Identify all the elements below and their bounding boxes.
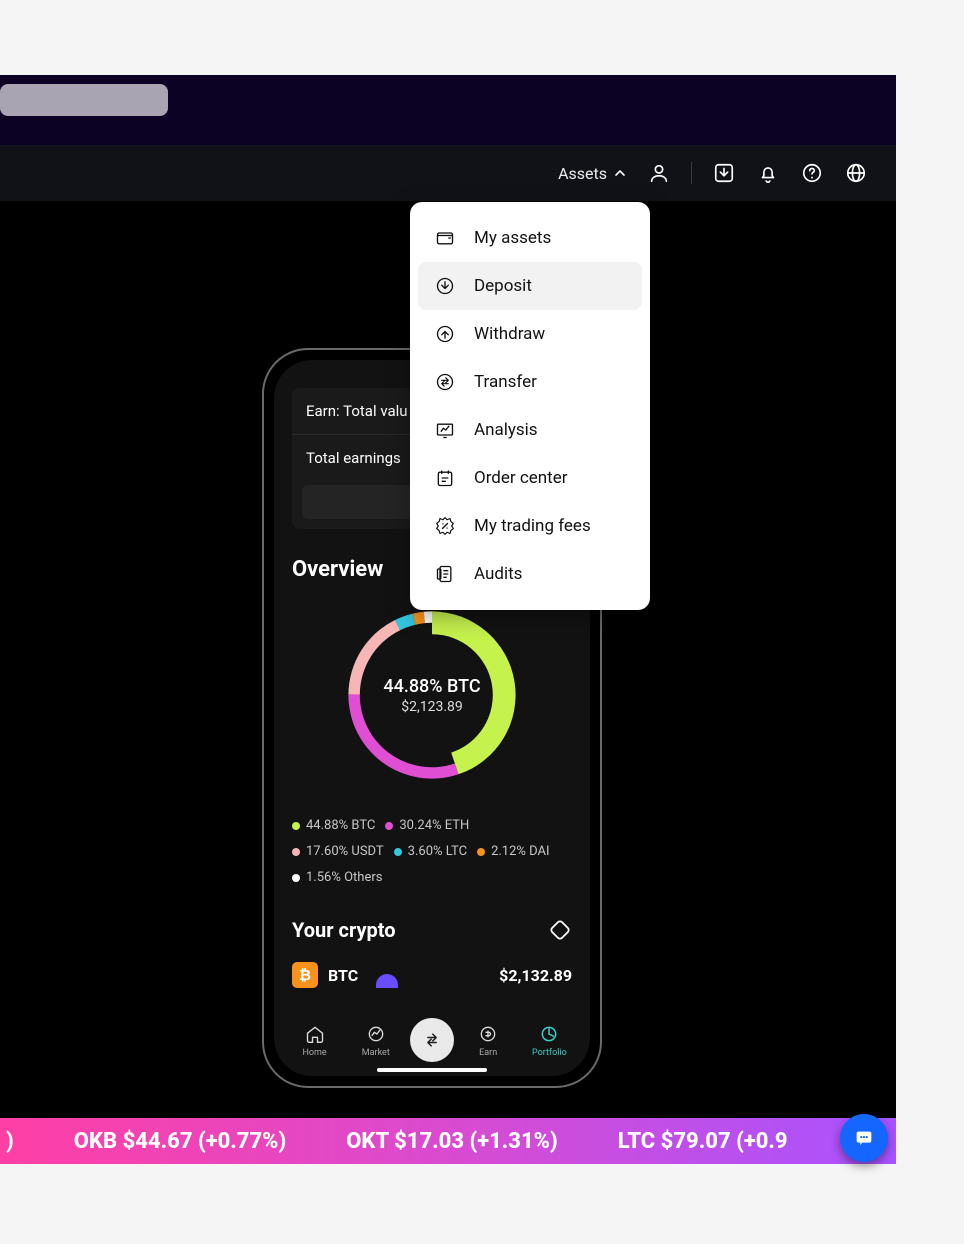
sparkline-icon bbox=[376, 974, 398, 988]
legend-label: 1.56% Others bbox=[306, 866, 382, 891]
dropdown-item-audits[interactable]: Audits bbox=[410, 550, 650, 598]
nav-trade-button[interactable] bbox=[410, 1018, 454, 1062]
scan-icon[interactable] bbox=[548, 918, 572, 942]
chat-button[interactable] bbox=[840, 1114, 888, 1162]
your-crypto-title: Your crypto bbox=[292, 918, 396, 942]
earn-icon bbox=[477, 1023, 499, 1045]
fees-icon bbox=[434, 515, 456, 537]
user-icon[interactable] bbox=[647, 161, 671, 185]
legend-label: 17.60% USDT bbox=[306, 840, 384, 865]
dropdown-item-label: Order center bbox=[474, 468, 568, 488]
legend-dot bbox=[477, 848, 485, 856]
order-center-icon bbox=[434, 467, 456, 489]
chevron-up-icon bbox=[613, 166, 627, 180]
dropdown-item-my-trading-fees[interactable]: My trading fees bbox=[410, 502, 650, 550]
bottom-nav: Home Market Earn Portfolio bbox=[284, 1018, 580, 1062]
legend-dot bbox=[394, 848, 402, 856]
crypto-amount: $2,132.89 bbox=[499, 966, 572, 985]
home-icon bbox=[304, 1023, 326, 1045]
legend-item-eth: 30.24% ETH bbox=[385, 814, 469, 839]
price-ticker: ) OKB $44.67 (+0.77%) OKT $17.03 (+1.31%) L… bbox=[0, 1118, 896, 1164]
swap-icon bbox=[422, 1030, 442, 1050]
ticker-item-ltc[interactable]: LTC $79.07 (+0.9 bbox=[618, 1129, 788, 1154]
ticker-fragment: ) bbox=[0, 1129, 14, 1154]
legend-dot bbox=[385, 822, 393, 830]
topbar: Assets bbox=[0, 145, 896, 201]
crypto-row-btc[interactable]: ₿ BTC $2,132.89 bbox=[292, 962, 572, 988]
btc-icon: ₿ bbox=[292, 962, 318, 988]
download-icon[interactable] bbox=[712, 161, 736, 185]
legend-item-usdt: 17.60% USDT bbox=[292, 840, 384, 865]
dropdown-item-withdraw[interactable]: Withdraw bbox=[410, 310, 650, 358]
legend-item-others: 1.56% Others bbox=[292, 866, 382, 891]
bell-icon[interactable] bbox=[756, 161, 780, 185]
chat-icon bbox=[853, 1127, 875, 1149]
transfer-icon bbox=[434, 371, 456, 393]
dropdown-item-transfer[interactable]: Transfer bbox=[410, 358, 650, 406]
dropdown-item-order-center[interactable]: Order center bbox=[410, 454, 650, 502]
legend-item-ltc: 3.60% LTC bbox=[394, 840, 467, 865]
divider bbox=[691, 162, 692, 184]
dropdown-item-label: My assets bbox=[474, 228, 551, 248]
legend-label: 30.24% ETH bbox=[399, 814, 469, 839]
legend-item-btc: 44.88% BTC bbox=[292, 814, 375, 839]
legend-dot bbox=[292, 874, 300, 882]
legend-item-dai: 2.12% DAI bbox=[477, 840, 550, 865]
donut-center-amount: $2,123.89 bbox=[401, 699, 463, 715]
donut-legend: 44.88% BTC 30.24% ETH 17.60% USDT 3.60% LTC… bbox=[292, 814, 572, 892]
legend-label: 3.60% LTC bbox=[408, 840, 467, 865]
assets-menu-trigger[interactable]: Assets bbox=[558, 164, 627, 183]
dropdown-item-label: My trading fees bbox=[474, 516, 591, 536]
dropdown-item-label: Transfer bbox=[474, 372, 537, 392]
crypto-symbol: BTC bbox=[328, 966, 358, 985]
withdraw-icon bbox=[434, 323, 456, 345]
dropdown-item-label: Analysis bbox=[474, 420, 538, 440]
deposit-icon bbox=[434, 275, 456, 297]
nav-market[interactable]: Market bbox=[349, 1023, 403, 1058]
dropdown-item-label: Audits bbox=[474, 564, 522, 584]
market-icon bbox=[365, 1023, 387, 1045]
nav-earn[interactable]: Earn bbox=[461, 1023, 515, 1058]
portfolio-donut-chart: 44.88% BTC $2,123.89 bbox=[337, 600, 527, 790]
nav-portfolio[interactable]: Portfolio bbox=[522, 1023, 576, 1058]
globe-icon[interactable] bbox=[844, 161, 868, 185]
legend-label: 44.88% BTC bbox=[306, 814, 375, 839]
assets-label: Assets bbox=[558, 164, 607, 183]
help-icon[interactable] bbox=[800, 161, 824, 185]
dropdown-item-label: Deposit bbox=[474, 276, 532, 296]
analysis-icon bbox=[434, 419, 456, 441]
nav-home[interactable]: Home bbox=[288, 1023, 342, 1058]
dropdown-item-my-assets[interactable]: My assets bbox=[410, 214, 650, 262]
home-indicator bbox=[377, 1068, 487, 1072]
ticker-item-okt[interactable]: OKT $17.03 (+1.31%) bbox=[346, 1129, 558, 1154]
legend-dot bbox=[292, 848, 300, 856]
portfolio-icon bbox=[538, 1023, 560, 1045]
redacted-bar bbox=[0, 84, 168, 116]
assets-dropdown: My assets Deposit Withdraw Transfer Analysis… bbox=[410, 202, 650, 610]
dropdown-item-deposit[interactable]: Deposit bbox=[418, 262, 642, 310]
dropdown-item-label: Withdraw bbox=[474, 324, 545, 344]
audits-icon bbox=[434, 563, 456, 585]
ticker-item-okb[interactable]: OKB $44.67 (+0.77%) bbox=[74, 1129, 286, 1154]
legend-label: 2.12% DAI bbox=[491, 840, 550, 865]
legend-dot bbox=[292, 822, 300, 830]
wallet-icon bbox=[434, 227, 456, 249]
donut-center-pct: 44.88% BTC bbox=[383, 676, 480, 697]
dropdown-item-analysis[interactable]: Analysis bbox=[410, 406, 650, 454]
